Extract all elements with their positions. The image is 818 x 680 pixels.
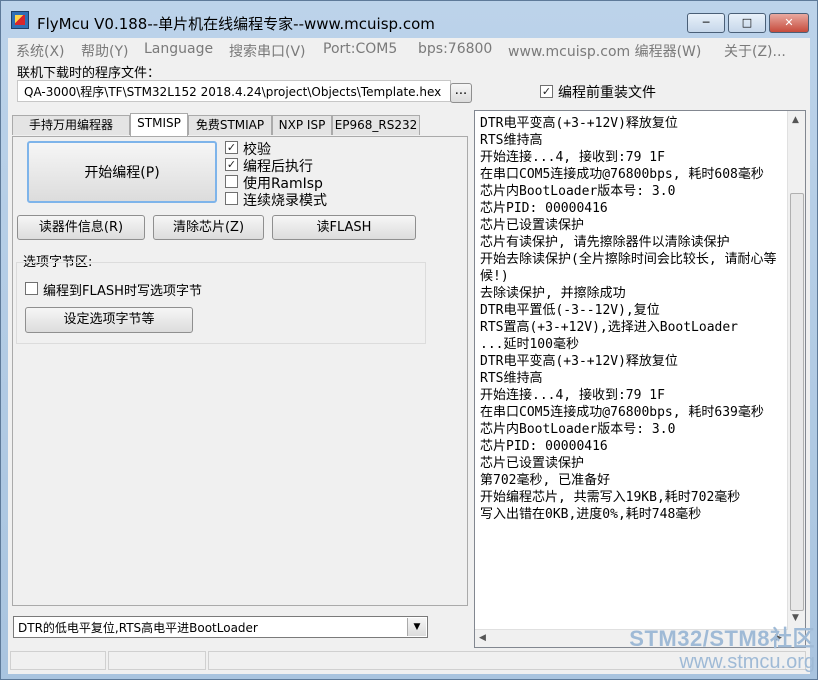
erase-chip-button[interactable]: 清除芯片(Z) xyxy=(153,215,264,240)
start-programming-button[interactable]: 开始编程(P) xyxy=(27,141,217,203)
stmisp-panel: 开始编程(P) ✓ 校验 ✓ 编程后执行 使用RamIsp 连续烧录模式 读器件… xyxy=(12,136,468,606)
maximize-button[interactable]: □ xyxy=(728,13,766,33)
title-bar[interactable]: FlyMcu V0.188--单片机在线编程专家--www.mcuisp.com… xyxy=(1,1,817,35)
tab-handheld-programmer[interactable]: 手持万用编程器 xyxy=(12,115,130,135)
app-logo-icon xyxy=(11,11,29,29)
continuous-burn-checkbox[interactable] xyxy=(225,192,238,205)
app-window: FlyMcu V0.188--单片机在线编程专家--www.mcuisp.com… xyxy=(0,0,818,680)
status-pane-2 xyxy=(108,651,206,670)
read-device-info-button[interactable]: 读器件信息(R) xyxy=(17,215,145,240)
set-option-bytes-button[interactable]: 设定选项字节等 xyxy=(25,307,193,333)
watermark-line2: www.stmcu.org xyxy=(679,651,815,673)
menu-about[interactable]: 关于(Z)... xyxy=(724,41,786,61)
tab-nxp-isp[interactable]: NXP ISP xyxy=(272,115,332,135)
minimize-button[interactable]: ─ xyxy=(687,13,725,33)
write-option-bytes-checkbox[interactable] xyxy=(25,282,38,295)
verify-checkbox[interactable]: ✓ xyxy=(225,141,238,154)
close-icon: ✕ xyxy=(784,16,794,29)
use-ramisp-checkbox[interactable] xyxy=(225,175,238,188)
menu-baudrate[interactable]: bps:76800 xyxy=(418,41,492,57)
watermark-line1: STM32/STM8社区 xyxy=(629,626,815,651)
tab-free-stmiap[interactable]: 免费STMIAP xyxy=(188,115,272,135)
write-option-bytes-label: 编程到FLASH时写选项字节 xyxy=(43,284,202,299)
reset-mode-value: DTR的低电平复位,RTS高电平进BootLoader xyxy=(18,621,258,635)
reload-file-label: 编程前重装文件 xyxy=(558,85,656,101)
continuous-burn-label: 连续烧录模式 xyxy=(243,193,327,209)
menu-help[interactable]: 帮助(Y) xyxy=(81,41,128,61)
client-area: 联机下载时的程序文件： QA-3000\程序\TF\STM32L152 2018… xyxy=(8,60,810,674)
menu-system[interactable]: 系统(X) xyxy=(16,41,65,61)
chevron-down-icon[interactable]: ▼ xyxy=(407,618,426,636)
tab-stmisp[interactable]: STMISP xyxy=(130,113,188,136)
menu-language[interactable]: Language xyxy=(144,41,213,57)
minimize-icon: ─ xyxy=(702,16,710,29)
status-pane-1 xyxy=(10,651,106,670)
reload-file-checkbox[interactable]: ✓ xyxy=(540,85,553,98)
read-flash-button[interactable]: 读FLASH xyxy=(272,215,416,240)
log-scroll-thumb[interactable] xyxy=(790,193,804,611)
log-text: DTR电平变高(+3-+12V)释放复位 RTS维持高 开始连接...4, 接收… xyxy=(480,116,777,522)
option-bytes-group: 编程到FLASH时写选项字节 设定选项字节等 xyxy=(16,262,426,344)
menu-port[interactable]: Port:COM5 xyxy=(323,41,397,57)
site-watermark: STM32/STM8社区 www.stmcu.org xyxy=(583,621,815,674)
file-label: 联机下载时的程序文件： xyxy=(17,66,161,81)
menu-programmer[interactable]: www.mcuisp.com 编程器(W) xyxy=(508,41,701,61)
menu-bar: 系统(X) 帮助(Y) Language 搜索串口(V) Port:COM5 b… xyxy=(8,38,810,60)
reset-mode-select[interactable]: DTR的低电平复位,RTS高电平进BootLoader ▼ xyxy=(13,616,428,638)
maximize-icon: □ xyxy=(741,16,753,29)
browse-button[interactable]: ... xyxy=(450,83,472,103)
log-output[interactable]: DTR电平变高(+3-+12V)释放复位 RTS维持高 开始连接...4, 接收… xyxy=(474,110,806,648)
scroll-left-icon[interactable]: ◀ xyxy=(479,633,486,643)
log-vertical-scrollbar[interactable]: ▲ ▼ xyxy=(787,111,805,647)
close-button[interactable]: ✕ xyxy=(769,13,809,33)
hex-file-path-field[interactable]: QA-3000\程序\TF\STM32L152 2018.4.24\projec… xyxy=(17,80,451,102)
window-title: FlyMcu V0.188--单片机在线编程专家--www.mcuisp.com xyxy=(37,15,435,33)
scroll-up-icon[interactable]: ▲ xyxy=(792,115,799,125)
tab-ep968-rs232[interactable]: EP968_RS232 xyxy=(332,115,420,135)
menu-search-port[interactable]: 搜索串口(V) xyxy=(229,41,306,61)
run-after-program-checkbox[interactable]: ✓ xyxy=(225,158,238,171)
